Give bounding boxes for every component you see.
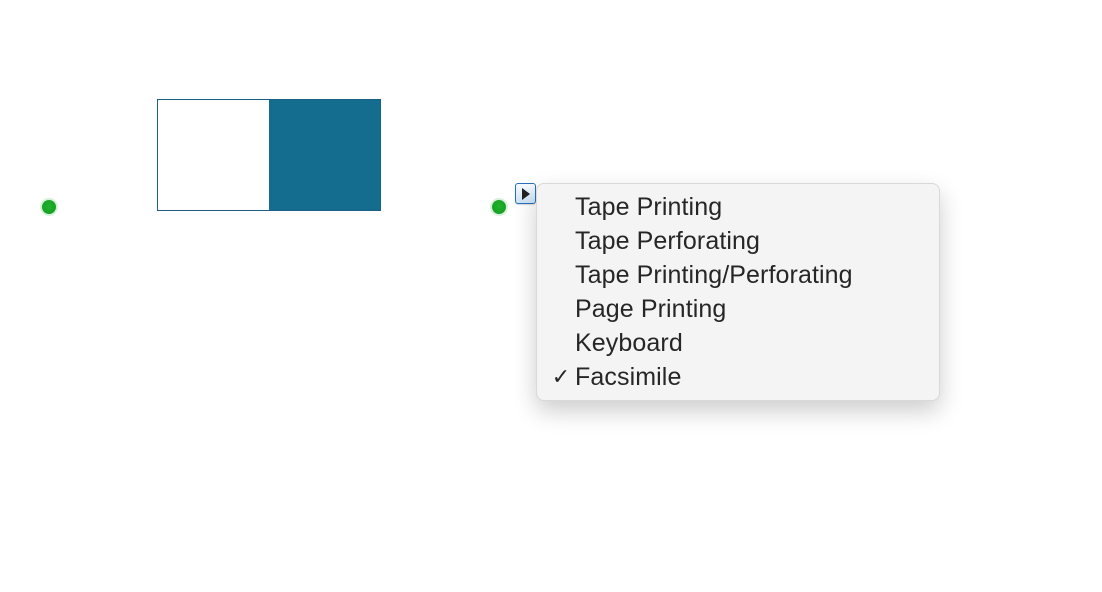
menu-item-label: Tape Printing/Perforating bbox=[575, 261, 921, 290]
menu-item-label: Keyboard bbox=[575, 329, 921, 358]
menu-item[interactable]: Page Printing bbox=[537, 292, 939, 326]
color-swatch[interactable] bbox=[157, 99, 381, 211]
menu-item[interactable]: Tape Printing/Perforating bbox=[537, 258, 939, 292]
popup-trigger-button[interactable] bbox=[515, 183, 536, 204]
status-dot-right bbox=[492, 200, 506, 214]
menu-item[interactable]: ✓ Facsimile bbox=[537, 360, 939, 394]
menu-item[interactable]: Keyboard bbox=[537, 326, 939, 360]
menu-item-label: Page Printing bbox=[575, 295, 921, 324]
color-swatch-right-half bbox=[269, 100, 380, 210]
menu-item-label: Tape Printing bbox=[575, 193, 921, 222]
status-dot-left bbox=[42, 200, 56, 214]
menu-item-label: Facsimile bbox=[575, 363, 921, 392]
menu-item[interactable]: Tape Printing bbox=[537, 190, 939, 224]
menu-item[interactable]: Tape Perforating bbox=[537, 224, 939, 258]
play-triangle-icon bbox=[521, 188, 531, 200]
dropdown-menu: Tape Printing Tape Perforating Tape Prin… bbox=[536, 183, 940, 401]
color-swatch-left-half bbox=[158, 100, 269, 210]
menu-item-label: Tape Perforating bbox=[575, 227, 921, 256]
checkmark-icon: ✓ bbox=[547, 366, 575, 388]
